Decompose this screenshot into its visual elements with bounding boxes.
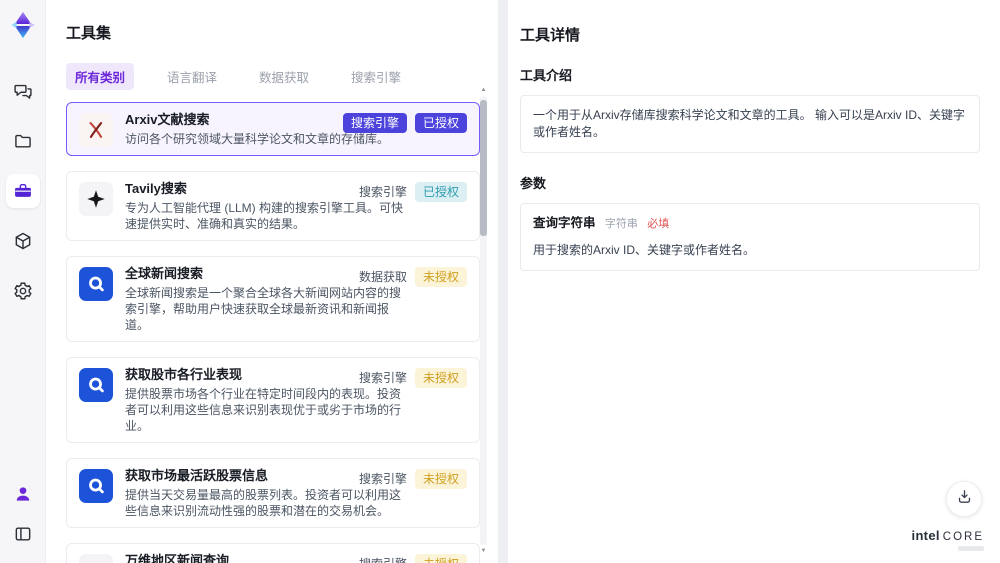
tab-2[interactable]: 数据获取 (250, 63, 318, 90)
blueq-icon (79, 469, 113, 503)
param-name: 查询字符串 (533, 216, 596, 230)
list-scrollbar[interactable]: ▲ ▼ (480, 87, 487, 554)
tool-card[interactable]: Tavily搜索 专为人工智能代理 (LLM) 构建的搜索引擎工具。可快速提供实时… (66, 171, 480, 241)
scroll-down-icon[interactable]: ▼ (480, 547, 487, 555)
tool-status-badge: 未授权 (414, 267, 467, 287)
newspaper-icon (79, 554, 113, 563)
tool-badges: 搜索引擎 已授权 (342, 113, 467, 133)
tool-status-badge: 已授权 (414, 182, 467, 202)
tool-card[interactable]: 全球新闻搜索 全球新闻搜索是一个聚合全球各大新闻网站内容的搜索引擎，帮助用户快速获… (66, 256, 480, 342)
tool-description: 访问各个研究领域大量科学论文和文章的存储库。 (125, 132, 390, 146)
arxiv-icon (79, 113, 113, 147)
tool-category-badge: 数据获取 (358, 270, 407, 284)
tool-description: 全球新闻搜索是一个聚合全球各大新闻网站内容的搜索引擎，帮助用户快速获取全球最新资… (125, 286, 402, 332)
cube-icon (13, 231, 33, 251)
tool-category-badge: 搜索引擎 (342, 113, 407, 133)
tool-name: 万维地区新闻查询 (125, 553, 230, 563)
sidebar-item-panel[interactable] (8, 519, 38, 549)
tool-list-panel: 工具集 所有类别 语言翻译 数据获取 搜索引擎 Arxiv文献搜索 访问各个研究领域大量… (46, 0, 498, 563)
tool-card-body: 万维地区新闻查询查询具体行政区划内的新闻，快速了解各地新闻动 (125, 552, 389, 563)
sidebar-item-folder[interactable] (6, 124, 40, 158)
scroll-up-icon[interactable]: ▲ (480, 86, 487, 94)
param-type: 字符串 (604, 218, 638, 230)
details-title: 工具详情 (520, 27, 581, 44)
sidebar-item-briefcase[interactable] (5, 174, 40, 208)
tool-description: 专为人工智能代理 (LLM) 构建的搜索引擎工具。可快速提供实时、准确和真实的结… (125, 201, 404, 231)
chat-icon (13, 81, 33, 101)
tavily-icon (79, 182, 113, 216)
intel-brand-primary: intel (911, 528, 940, 543)
tool-category-badge: 搜索引擎 (358, 371, 407, 385)
tool-list: Arxiv文献搜索 访问各个研究领域大量科学论文和文章的存储库。 搜索引擎 已授权 Ta… (66, 102, 480, 563)
tool-category-badge: 搜索引擎 (359, 554, 407, 563)
tab-all-categories[interactable]: 所有类别 (66, 63, 135, 90)
intel-core-logo: intel CORE (912, 528, 984, 551)
sidebar-item-user[interactable] (8, 479, 38, 509)
tool-badges: 搜索引擎未授权 (359, 469, 467, 489)
tool-badges: 搜索引擎未授权 (359, 368, 467, 388)
param-box: 查询字符串 字符串 必填 用于搜索的Arxiv ID、关键字或作者姓名。 (520, 203, 980, 271)
params-heading: 参数 (520, 176, 547, 191)
tab-3[interactable]: 搜索引擎 (342, 63, 410, 90)
intro-text: 一个用于从Arxiv存储库搜索科学论文和文章的工具。 输入可以是Arxiv ID… (533, 108, 966, 139)
category-tabs: 所有类别 语言翻译 数据获取 搜索引擎 (66, 63, 498, 90)
tool-details-panel: 工具详情 工具介绍 一个用于从Arxiv存储库搜索科学论文和文章的工具。 输入可… (508, 0, 1000, 563)
folder-icon (13, 131, 33, 151)
tab-1[interactable]: 语言翻译 (158, 63, 226, 90)
blueq-icon (79, 267, 113, 301)
blueq-icon (79, 368, 113, 402)
download-button[interactable] (946, 481, 982, 517)
panel-icon (13, 524, 33, 544)
intro-heading: 工具介绍 (520, 68, 573, 83)
tool-status-badge: 未授权 (414, 554, 467, 563)
param-required-badge: 必填 (647, 218, 670, 230)
tool-card[interactable]: 万维地区新闻查询查询具体行政区划内的新闻，快速了解各地新闻动搜索引擎未授权 (66, 543, 480, 563)
download-icon (956, 488, 973, 510)
intro-text-box: 一个用于从Arxiv存储库搜索科学论文和文章的工具。 输入可以是Arxiv ID… (520, 95, 980, 153)
tool-description: 提供股票市场各个行业在特定时间段内的表现。投资者可以利用这些信息来识别表现优于或… (125, 387, 402, 433)
tool-status-badge: 未授权 (414, 368, 467, 388)
param-header: 查询字符串 字符串 必填 (533, 215, 967, 233)
tool-card[interactable]: Arxiv文献搜索 访问各个研究领域大量科学论文和文章的存储库。 搜索引擎 已授权 (66, 102, 480, 156)
tool-category-badge: 搜索引擎 (358, 472, 407, 486)
scrollbar-thumb[interactable] (480, 100, 487, 236)
tool-category-badge: 搜索引擎 (358, 185, 407, 199)
page-title: 工具集 (66, 25, 112, 42)
user-icon (13, 484, 33, 504)
tool-status-badge: 已授权 (414, 113, 467, 133)
param-desc: 用于搜索的Arxiv ID、关键字或作者姓名。 (533, 243, 756, 257)
intel-brand-secondary: CORE (942, 531, 984, 543)
app-logo-icon (8, 10, 38, 40)
sidebar-item-chat[interactable] (6, 74, 40, 108)
tool-description: 提供当天交易量最高的股票列表。投资者可以利用这些信息来识别流动性强的股票和潜在的… (125, 488, 402, 518)
tool-badges: 搜索引擎未授权 (359, 554, 467, 563)
tool-badges: 搜索引擎 已授权 (359, 182, 467, 202)
tool-card[interactable]: 获取市场最活跃股票信息 提供当天交易量最高的股票列表。投资者可以利用这些信息来识别… (66, 458, 480, 528)
briefcase-icon (13, 181, 33, 201)
tool-badges: 数据获取 未授权 (359, 267, 467, 287)
intel-brand-sub-mark (958, 546, 984, 551)
sidebar-bottom (8, 479, 38, 549)
gear-icon (13, 281, 33, 301)
sidebar (0, 0, 46, 563)
sidebar-item-cube[interactable] (6, 224, 40, 258)
tool-card[interactable]: 获取股市各行业表现 提供股票市场各个行业在特定时间段内的表现。投资者可以利用这些信… (66, 357, 480, 443)
tool-status-badge: 未授权 (414, 469, 467, 489)
sidebar-nav (5, 74, 40, 308)
sidebar-item-gear[interactable] (6, 274, 40, 308)
